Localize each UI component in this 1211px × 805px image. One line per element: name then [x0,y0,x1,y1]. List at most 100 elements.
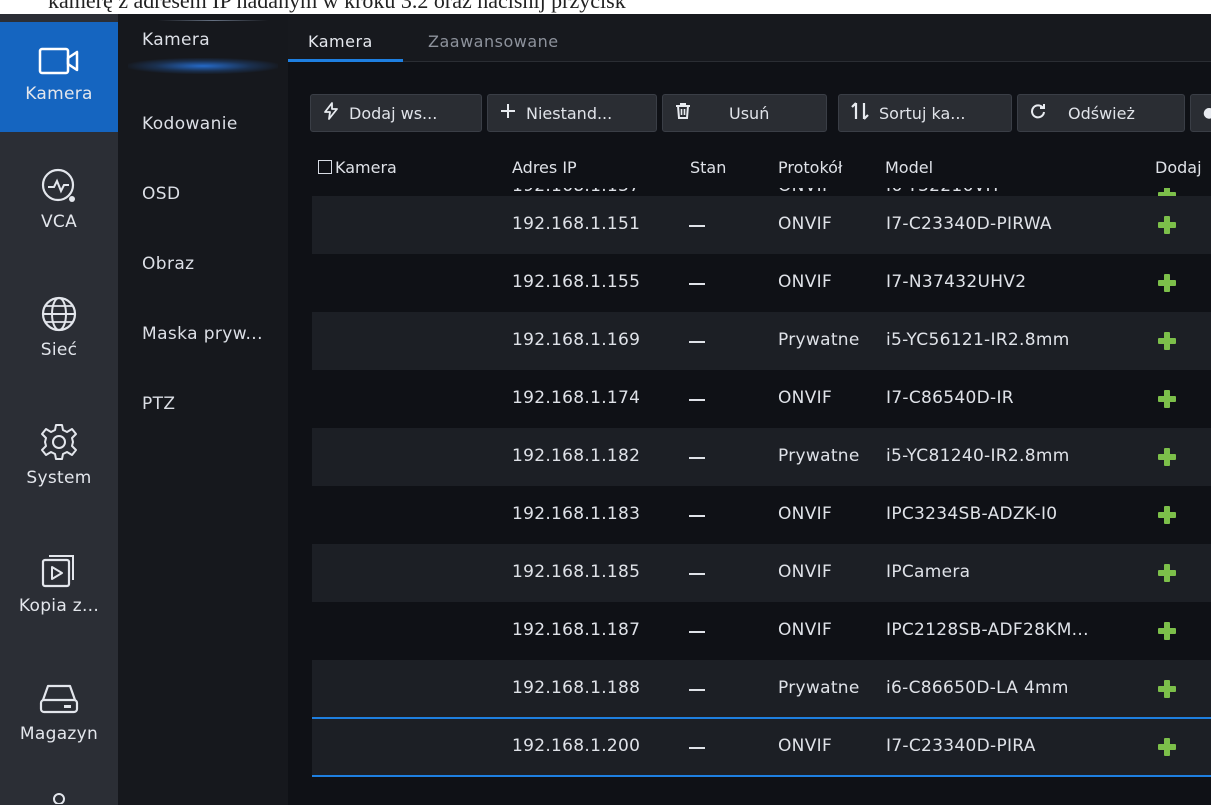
nav-label: Magazyn [19,724,99,744]
submenu-active-indicator [128,58,278,74]
protocol-cell: ONVIF [778,736,833,756]
status-dash [689,225,705,227]
plus-icon [500,103,516,123]
column-header-dodaj[interactable]: Dodaj [1155,158,1202,177]
selection-border-top [312,717,1211,719]
add-camera-icon[interactable] [1158,564,1176,582]
nav-item-system[interactable]: System [0,400,118,510]
table-row[interactable]: 192.168.1.185 ONVIF IPCamera [312,544,1211,602]
model-cell: IPC2128SB-ADF28KM... [886,620,1089,640]
status-dash [689,689,705,691]
table-header: Kamera Adres IP Stan Protokół Model Doda… [312,152,1211,188]
protocol-cell: Prywatne [778,678,860,698]
status-dash [689,515,705,517]
table-row[interactable]: 192.168.1.169 Prywatne i5-YC56121-IR2.8mm [312,312,1211,370]
column-header-model[interactable]: Model [885,158,933,177]
nvr-app: Kamera VCA Sieć System Kopia z... Magazy… [0,14,1211,805]
nav-item-magazyn[interactable]: Magazyn [0,656,118,766]
add-camera-icon[interactable] [1158,506,1176,524]
ip-cell: 192.168.1.183 [512,504,641,524]
column-header-kamera[interactable]: Kamera [318,158,397,177]
custom-add-button[interactable]: Niestand... [487,94,657,132]
globe-icon [41,296,77,332]
quick-add-label: Dodaj ws... [349,103,438,123]
refresh-icon [1030,103,1046,123]
add-camera-icon[interactable] [1158,390,1176,408]
nav-item-kopia[interactable]: Kopia z... [0,528,118,638]
sort-button[interactable]: Sortuj ka... [838,94,1012,132]
camera-table-body: 192.168.1.137 ONVIF I6-T32216VH 192.168.… [312,152,1211,805]
protocol-cell: ONVIF [778,620,833,640]
nav-item-kamera[interactable]: Kamera [0,22,118,132]
tab-zaawansowane[interactable]: Zaawansowane [428,32,559,51]
table-row[interactable]: 192.168.1.188 Prywatne i6-C86650D-LA 4mm [312,660,1211,718]
status-dash [689,283,705,285]
status-dash [689,399,705,401]
protocol-cell: ONVIF [778,562,833,582]
add-camera-icon[interactable] [1158,216,1176,234]
add-camera-icon[interactable] [1158,274,1176,292]
add-camera-icon[interactable] [1158,622,1176,640]
nav-item-vca[interactable]: VCA [0,144,118,254]
ip-cell: 192.168.1.182 [512,446,641,466]
column-label: Kamera [335,158,397,177]
nav-label: VCA [40,212,78,232]
status-dash [689,341,705,343]
add-camera-icon[interactable] [1158,332,1176,350]
table-row[interactable]: 192.168.1.155 ONVIF I7-N37432UHV2 [312,254,1211,312]
delete-label: Usuń [729,103,770,123]
protocol-cell: ONVIF [778,504,833,524]
submenu-item-ptz[interactable]: PTZ [142,394,175,414]
sub-menu: Kamera Kodowanie OSD Obraz Maska pryw...… [118,14,288,805]
ip-cell: 192.168.1.151 [512,214,641,234]
ip-cell: 192.168.1.174 [512,388,641,408]
protocol-cell: ONVIF [778,214,833,234]
ip-cell: 192.168.1.169 [512,330,641,350]
submenu-item-kodowanie[interactable]: Kodowanie [142,114,238,134]
gear-icon [41,424,77,460]
refresh-button[interactable]: Odśwież [1017,94,1185,132]
more-icon [53,793,65,804]
submenu-item-obraz[interactable]: Obraz [142,254,195,274]
protocol-cell: ONVIF [778,388,833,408]
toolbar: Dodaj ws... Niestand... Usuń Sortuj ka..… [288,62,1211,154]
ip-cell: 192.168.1.155 [512,272,641,292]
nav-label: Kamera [25,84,93,104]
submenu-item-osd[interactable]: OSD [142,184,180,204]
table-row[interactable]: 192.168.1.174 ONVIF I7-C86540D-IR [312,370,1211,428]
model-cell: I7-C86540D-IR [886,388,1014,408]
add-camera-icon[interactable] [1158,680,1176,698]
table-row[interactable]: 192.168.1.183 ONVIF IPC3234SB-ADZK-I0 [312,486,1211,544]
model-cell: I7-C23340D-PIRA [886,736,1036,756]
table-row[interactable]: 192.168.1.151 ONVIF I7-C23340D-PIRWA [312,196,1211,254]
nav-label: System [26,468,92,488]
document-caption: kamerę z adresem IP nadanym w kroku 3.2 … [0,0,1211,14]
submenu-item-maska[interactable]: Maska pryw... [142,324,263,344]
model-cell: IPCamera [886,562,971,582]
storage-icon [39,684,79,714]
quick-add-button[interactable]: Dodaj ws... [310,94,482,132]
table-row[interactable]: 192.168.1.187 ONVIF IPC2128SB-ADF28KM... [312,602,1211,660]
add-camera-icon[interactable] [1158,448,1176,466]
main-panel: Kamera Zaawansowane Dodaj ws... Niestand… [288,14,1211,805]
protocol-cell: Prywatne [778,330,860,350]
table-row[interactable]: 192.168.1.200 ONVIF I7-C23340D-PIRA [312,717,1211,777]
nav-item-siec[interactable]: Sieć [0,272,118,382]
status-dash [689,573,705,575]
table-row[interactable]: 192.168.1.182 Prywatne i5-YC81240-IR2.8mm [312,428,1211,486]
select-all-checkbox[interactable] [318,160,332,174]
tab-kamera[interactable]: Kamera [308,32,373,51]
nav-label: Kopia z... [18,596,100,616]
submenu-item-kamera[interactable]: Kamera [142,30,210,50]
column-header-ip[interactable]: Adres IP [512,158,577,177]
status-dash [689,457,705,459]
quick-add-icon [323,102,339,124]
add-camera-icon[interactable] [1158,738,1176,756]
column-header-stan[interactable]: Stan [690,158,726,177]
refresh-label: Odśwież [1068,103,1135,123]
delete-button[interactable]: Usuń [662,94,827,132]
model-cell: i5-YC56121-IR2.8mm [886,330,1070,350]
column-header-protokol[interactable]: Protokół [778,158,842,177]
more-toolbar-button[interactable]: ● [1190,94,1211,132]
model-cell: I7-N37432UHV2 [886,272,1027,292]
